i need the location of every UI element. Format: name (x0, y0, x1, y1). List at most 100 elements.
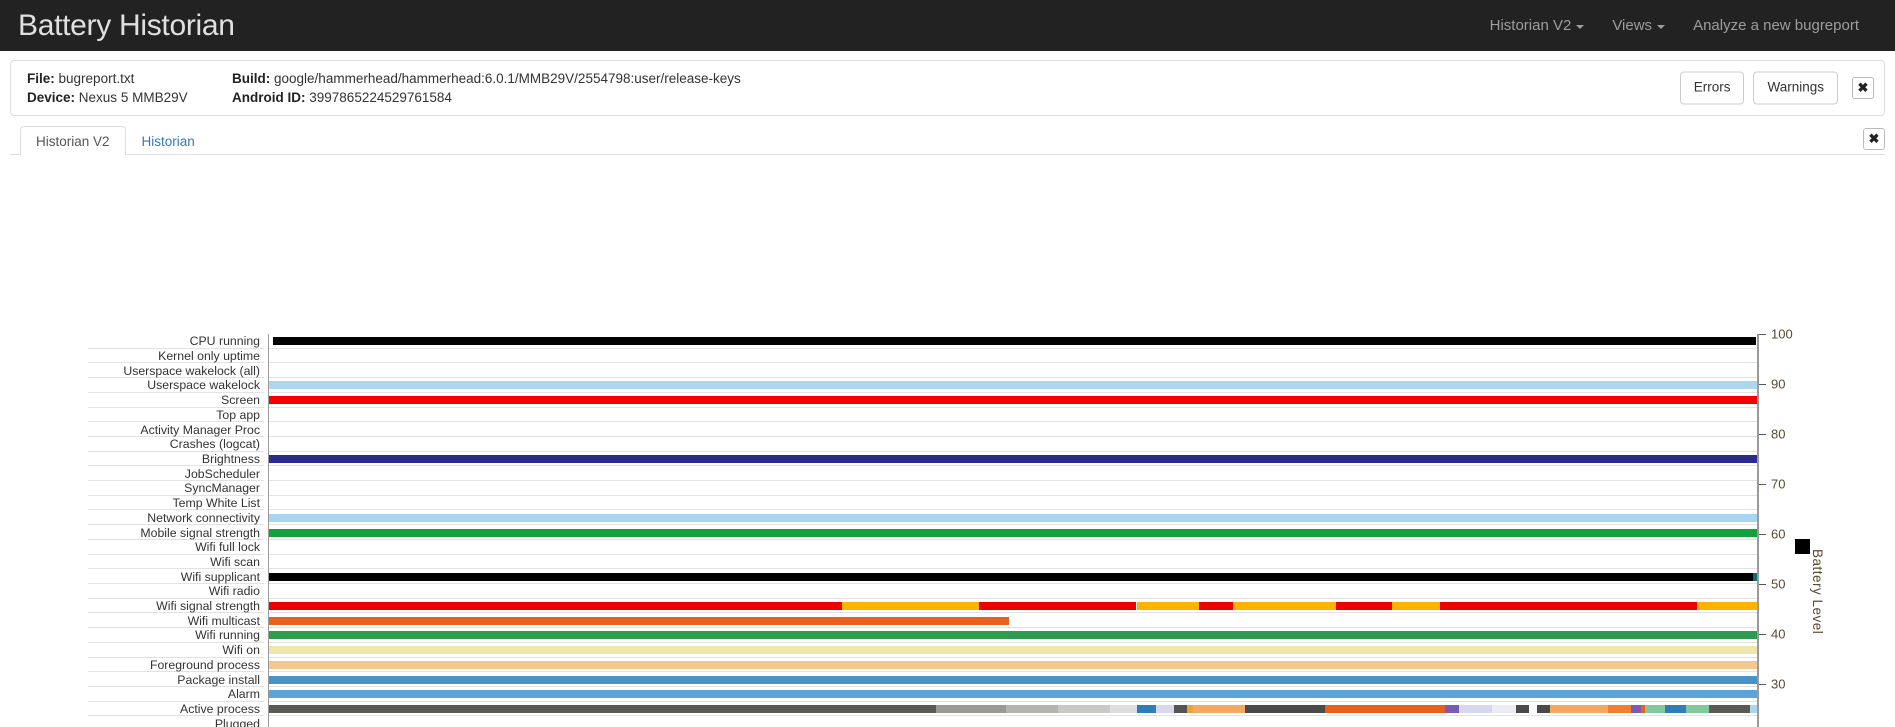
tab-historian-v2[interactable]: Historian V2 (20, 126, 126, 155)
timeline-segment[interactable] (1630, 705, 1641, 713)
timeline-segment[interactable] (269, 381, 1757, 390)
errors-button[interactable]: Errors (1679, 71, 1745, 105)
timeline-bar-package-install[interactable] (269, 675, 1757, 684)
timeline-segment[interactable] (1173, 705, 1188, 713)
timeline-segment[interactable] (1685, 705, 1710, 713)
timeline-segment[interactable] (269, 675, 1757, 684)
timeline-segment[interactable] (1697, 602, 1757, 611)
y-axis-tick-label: 60 (1771, 526, 1786, 542)
timeline-segment[interactable] (1752, 572, 1757, 581)
timeline-segment[interactable] (1392, 602, 1441, 611)
timeline-bar-foreground-process[interactable] (269, 660, 1757, 669)
timeline-segment[interactable] (1335, 602, 1393, 611)
battery-level-axis: 0102030405060708090100 (1758, 328, 1818, 727)
timeline-segment[interactable] (1515, 705, 1530, 713)
timeline-bar-cpu-running[interactable] (269, 337, 1757, 346)
timeline-segment[interactable] (1608, 705, 1631, 713)
timeline-segment[interactable] (1193, 705, 1246, 713)
info-file: File: bugreport.txt (27, 71, 232, 87)
warnings-button[interactable]: Warnings (1753, 71, 1838, 105)
timeline-bar-wifi-on[interactable] (269, 646, 1757, 655)
timeline-segment[interactable] (269, 616, 1009, 625)
row-label-kernel-only-uptime: Kernel only uptime (158, 349, 260, 364)
timeline-bar-alarm[interactable] (269, 690, 1757, 699)
timeline-segment[interactable] (1444, 705, 1460, 713)
timeline-bar-wifi-signal-strength[interactable] (269, 602, 1757, 611)
timeline-segment[interactable] (269, 528, 1757, 537)
timeline-segment[interactable] (1199, 602, 1234, 611)
timeline-segment[interactable] (1459, 705, 1493, 713)
grid-line (269, 553, 1757, 555)
grid-line (269, 509, 1757, 511)
row-label-wifi-supplicant: Wifi supplicant (180, 569, 260, 584)
timeline-segment[interactable] (273, 337, 1756, 346)
timeline-bar-screen[interactable] (269, 396, 1757, 405)
timeline-segment[interactable] (1709, 705, 1750, 713)
timeline-segment[interactable] (269, 705, 936, 713)
row-label-foreground-process: Foreground process (149, 657, 260, 672)
timeline-segment[interactable] (841, 602, 979, 611)
row-label-temp-white-list: Temp White List (172, 496, 260, 511)
grid-line (269, 656, 1757, 658)
close-icon[interactable]: ✖ (1863, 128, 1885, 150)
info-column-file: File: bugreport.txt Device: Nexus 5 MMB2… (27, 71, 232, 106)
row-label-wifi-scan: Wifi scan (210, 554, 260, 569)
timeline-segment[interactable] (1155, 705, 1174, 713)
chevron-down-icon (1657, 24, 1666, 29)
timeline-bar-wifi-running[interactable] (269, 631, 1757, 640)
close-icon[interactable]: ✖ (1852, 77, 1874, 99)
y-axis-tick-label: 70 (1771, 476, 1786, 492)
timeline-segment[interactable] (1664, 705, 1686, 713)
timeline-segment[interactable] (1550, 705, 1609, 713)
timeline-segment[interactable] (1645, 705, 1665, 713)
row-label-wifi-multicast: Wifi multicast (187, 613, 260, 628)
timeline-segment[interactable] (935, 705, 1006, 713)
timeline-segment[interactable] (1536, 705, 1551, 713)
timeline-segment[interactable] (1325, 705, 1445, 713)
timeline-segment[interactable] (269, 690, 1757, 699)
timeline-segment[interactable] (269, 646, 1757, 655)
nav-link-views[interactable]: Views (1598, 17, 1679, 34)
grid-line (269, 406, 1757, 408)
y-axis-tick (1759, 584, 1766, 585)
tab-historian[interactable]: Historian (126, 126, 211, 155)
timeline-segment[interactable] (1749, 705, 1757, 713)
timeline-segment[interactable] (1529, 705, 1537, 713)
timeline-bar-wifi-supplicant[interactable] (269, 572, 1757, 581)
timeline-bar-active-process[interactable] (269, 705, 1757, 713)
info-build-value: google/hammerhead/hammerhead:6.0.1/MMB29… (274, 70, 741, 86)
timeline-segment[interactable] (1136, 602, 1199, 611)
timeline-segment[interactable] (1136, 705, 1156, 713)
timeline-segment[interactable] (1057, 705, 1110, 713)
timeline-bar-brightness[interactable] (269, 455, 1757, 463)
timeline-segment[interactable] (1109, 705, 1137, 713)
y-axis-tick-label: 30 (1771, 676, 1786, 692)
grid-line (269, 700, 1757, 702)
timeline-segment[interactable] (269, 396, 1757, 405)
timeline-segment[interactable] (1440, 602, 1698, 611)
timeline-segment[interactable] (1492, 705, 1516, 713)
timeline-segment[interactable] (978, 602, 1137, 611)
timeline-segment[interactable] (269, 455, 1757, 463)
timeline-plot[interactable] (268, 334, 1758, 727)
timeline-segment[interactable] (269, 631, 1757, 640)
timeline-segment[interactable] (1005, 705, 1058, 713)
timeline-segment[interactable] (269, 513, 1757, 522)
grid-line (269, 347, 1757, 349)
nav-link-analyze-new-bugreport[interactable]: Analyze a new bugreport (1679, 17, 1873, 34)
nav-link-historian-v2[interactable]: Historian V2 (1476, 17, 1599, 34)
timeline-bar-mobile-signal-strength[interactable] (269, 528, 1757, 537)
timeline-bar-userspace-wakelock[interactable] (269, 381, 1757, 390)
timeline-segment[interactable] (269, 660, 1757, 669)
timeline-bar-wifi-multicast[interactable] (269, 616, 1757, 625)
row-label-plugged: Plugged (214, 716, 260, 727)
timeline-bar-network-connectivity[interactable] (269, 513, 1757, 522)
timeline-segment[interactable] (1245, 705, 1326, 713)
timeline-segment[interactable] (269, 602, 842, 611)
info-device-value: Nexus 5 MMB29V (78, 89, 188, 105)
row-label-wifi-running: Wifi running (195, 628, 260, 643)
y-axis-tick-label: 50 (1771, 576, 1786, 592)
grid-line (269, 685, 1757, 687)
timeline-segment[interactable] (1233, 602, 1336, 611)
timeline-segment[interactable] (269, 572, 1753, 581)
